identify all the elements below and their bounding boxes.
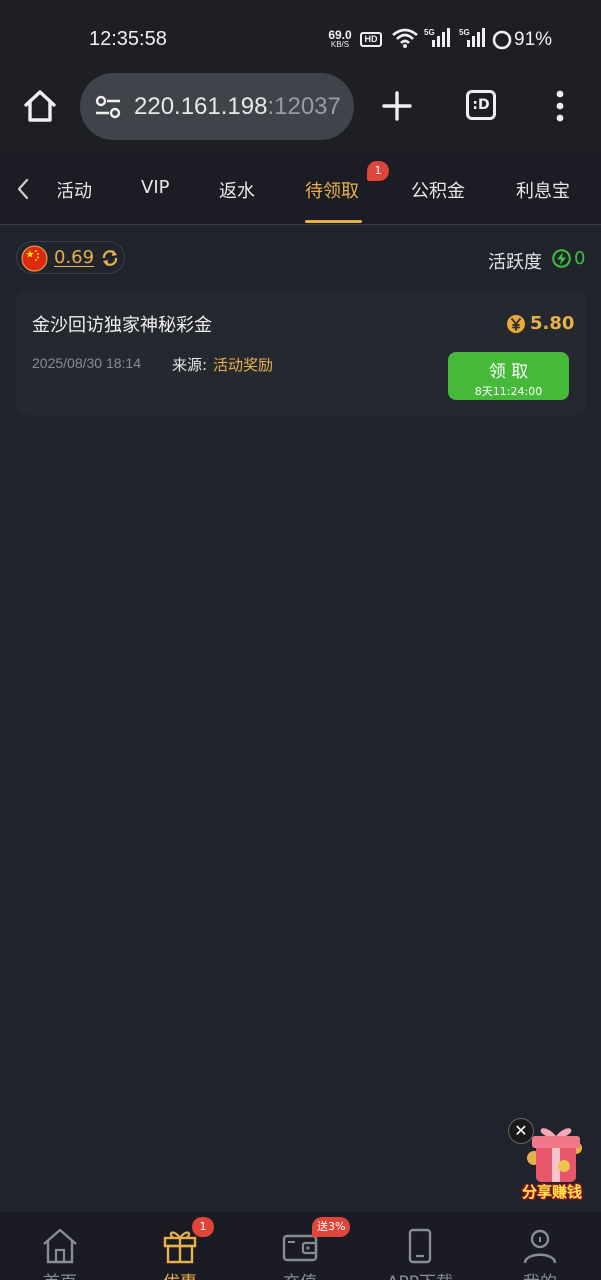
url-host: 220.161.198 [134,93,268,120]
signal-5g-icon: 5G [424,28,450,47]
battery-percent: 91% [514,29,553,50]
address-bar[interactable]: 220.161.198:12037 [80,73,354,140]
activity-value: 0 [574,248,586,269]
claim-button[interactable]: 领 取 8天11:24:00 [448,352,569,400]
url-port: :12037 [267,93,341,120]
wifi-icon [392,28,418,48]
signal-2-label: 5G [459,28,470,37]
activity-label: 活跃度 [488,252,542,273]
hd-voice-icon: HD [360,32,382,47]
more-menu-icon[interactable] [552,88,568,124]
battery-icon [492,30,512,50]
nav-deposit[interactable]: 送3% 充值 [240,1212,360,1280]
share-earn-label[interactable]: 分享赚钱 [509,1181,595,1205]
nav-promotions[interactable]: 1 优惠 [120,1212,240,1280]
nav-promotions-label: 优惠 [120,1268,240,1280]
url-text: 220.161.198:12037 [134,93,341,121]
network-speed-unit: KB/S [330,40,350,49]
claim-button-label: 领 取 [488,362,529,382]
pending-claim-badge: 1 [367,161,389,181]
promotions-badge: 1 [192,1217,214,1237]
new-tab-icon[interactable] [381,90,413,122]
tab-switcher-button[interactable]: :D [466,90,496,120]
refresh-icon[interactable] [101,249,119,267]
nav-app-download[interactable]: APP下载 [360,1212,480,1280]
balance-display: 0.69 [16,241,125,274]
reward-source-value: 活动奖励 [213,356,274,374]
nav-home-label: 首页 [0,1268,120,1280]
reward-title: 金沙回访独家神秘彩金 [32,315,212,336]
tab-pending-claim[interactable]: 待领取 [305,177,359,203]
tab-activity[interactable]: 活动 [58,177,92,203]
reward-date: 2025/08/30 18:14 [32,355,141,371]
balance-value: 0.69 [54,247,95,268]
browser-toolbar: 220.161.198:12037 :D [0,70,601,152]
network-speed: 69.0 KB/S [325,29,355,49]
home-icon [43,1228,77,1264]
reward-source-label: 来源: [172,356,208,374]
category-tabs: 活动 VIP 返水 待领取 1 公积金 利息宝 [0,152,601,225]
signal-5g-icon: 5G [459,28,485,47]
nav-app-download-label: APP下载 [360,1268,480,1280]
status-bar: 12:35:58 69.0 KB/S HD 5G 5G 91% [0,0,601,70]
user-icon [523,1229,557,1264]
signal-1-label: 5G [424,28,435,37]
tab-interest-treasure[interactable]: 利息宝 [516,177,570,203]
tab-provident-fund[interactable]: 公积金 [411,177,465,203]
close-icon[interactable]: ✕ [508,1118,534,1144]
china-flag-icon [21,245,48,272]
phone-icon [408,1228,432,1264]
reward-amount: 5.80 [530,313,575,334]
tab-vip[interactable]: VIP [141,177,169,198]
active-tab-indicator [305,220,362,223]
site-settings-icon[interactable] [94,95,122,119]
lightning-icon [552,249,571,268]
bottom-navigation: 首页 1 优惠 送3% 充值 APP下载 [0,1212,601,1280]
status-time: 12:35:58 [89,28,167,50]
nav-deposit-label: 充值 [240,1268,360,1280]
claim-countdown: 8天11:24:00 [474,385,543,398]
tab-rebate[interactable]: 返水 [219,177,255,203]
yen-coin-icon [507,315,525,333]
deposit-bonus-badge: 送3% [312,1217,351,1237]
nav-profile[interactable]: 我的 [480,1212,600,1280]
home-icon[interactable] [22,88,58,124]
chevron-left-icon[interactable] [16,178,30,200]
nav-profile-label: 我的 [480,1268,600,1280]
reward-card: 金沙回访独家神秘彩金 5.80 2025/08/30 18:14 来源: 活动奖… [16,291,586,415]
nav-home[interactable]: 首页 [0,1212,120,1280]
